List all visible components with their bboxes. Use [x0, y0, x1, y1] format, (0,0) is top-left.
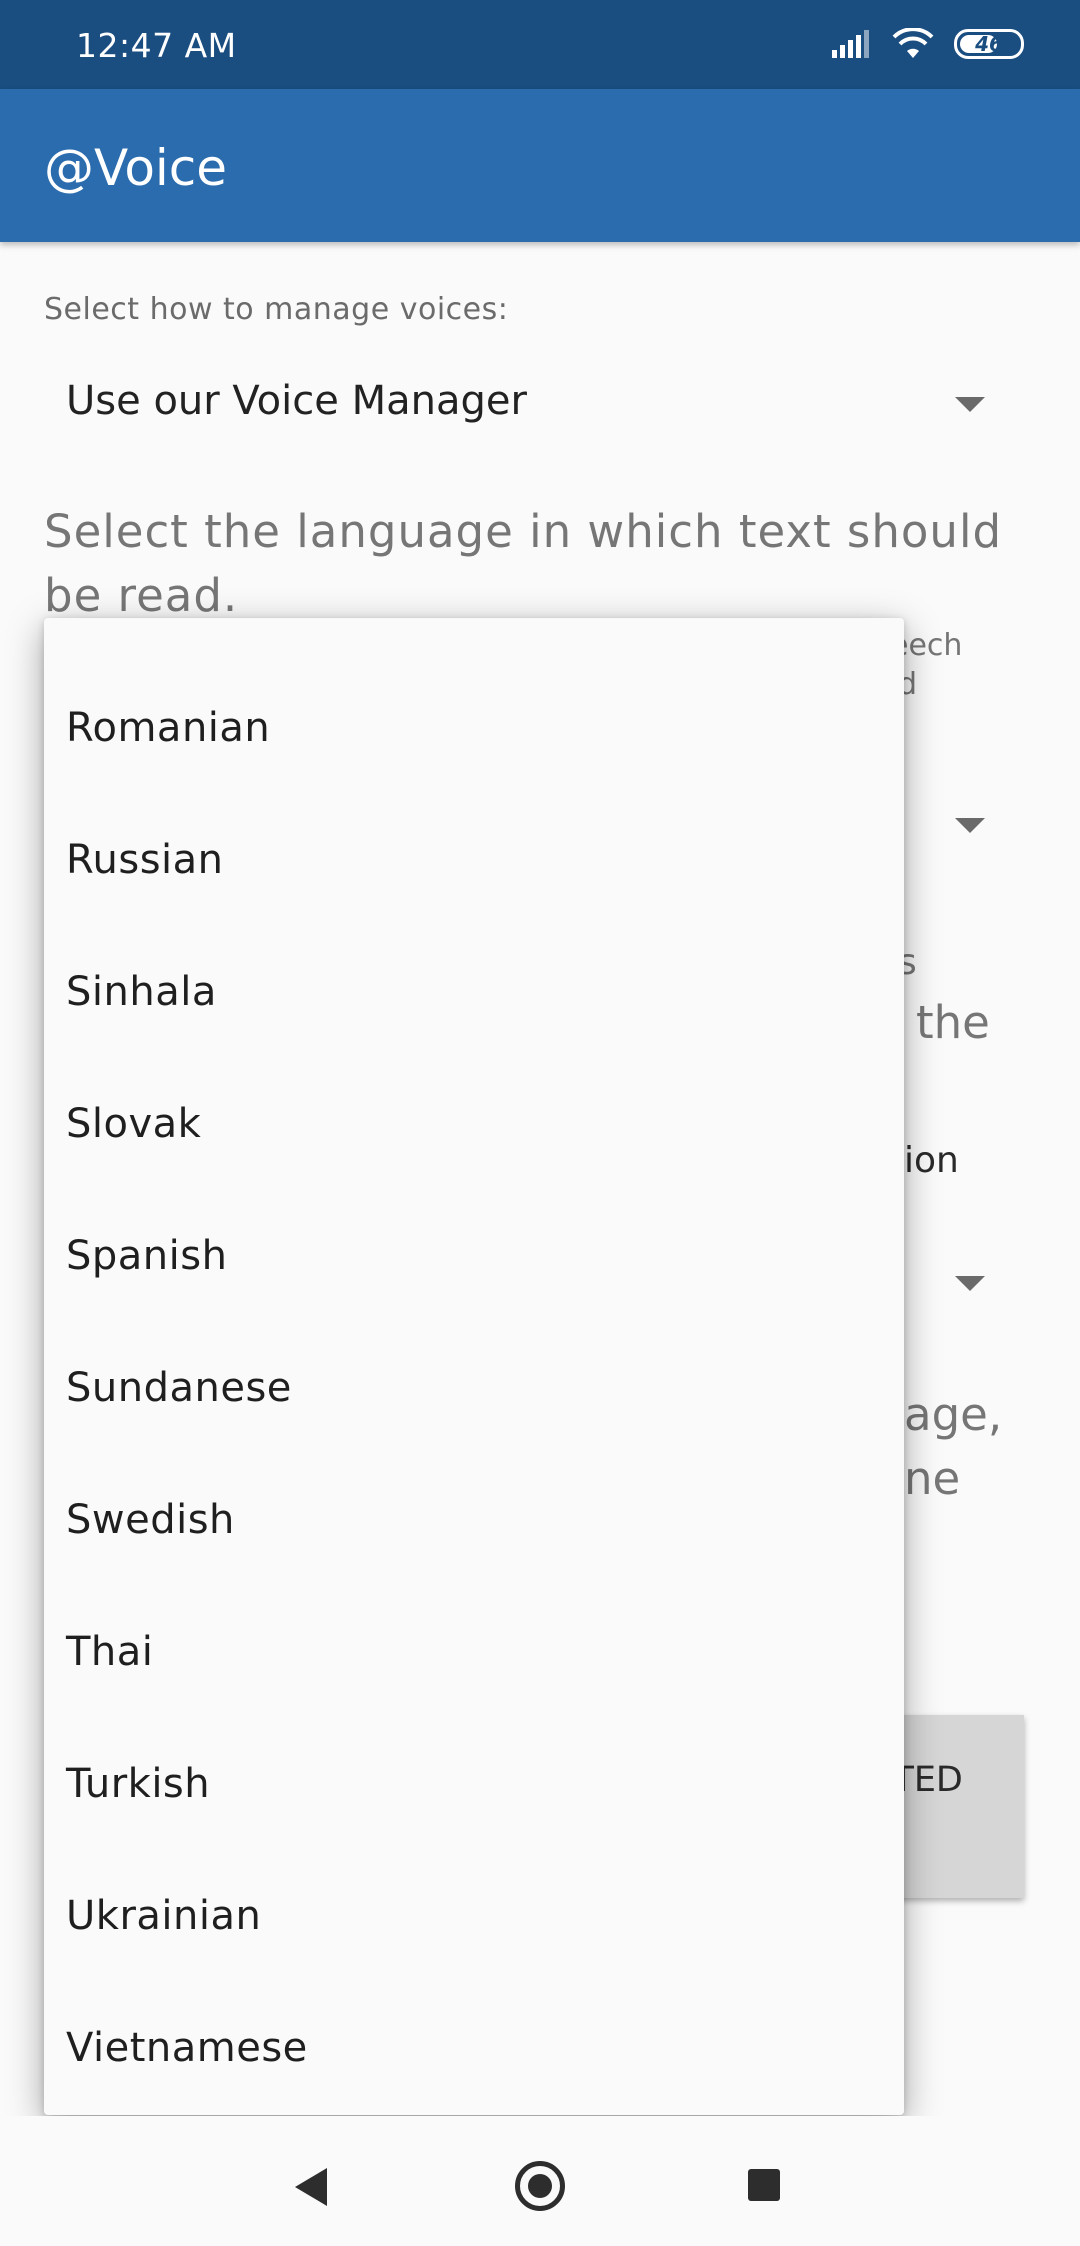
signal-icon: [832, 30, 869, 58]
dropdown-item-vietnamese[interactable]: Vietnamese: [44, 1982, 904, 2114]
recents-icon[interactable]: [748, 2169, 780, 2201]
dropdown-item-swedish[interactable]: Swedish: [44, 1454, 904, 1586]
status-icons: 46: [832, 28, 1024, 60]
language-dropdown-list[interactable]: Romanian Russian Sinhala Slovak Spanish …: [44, 618, 904, 2115]
dropdown-item-sundanese[interactable]: Sundanese: [44, 1322, 904, 1454]
manage-voices-value: Use our Voice Manager: [66, 378, 527, 424]
dropdown-item-thai[interactable]: Thai: [44, 1586, 904, 1718]
dropdown-arrow-icon[interactable]: [955, 818, 985, 833]
home-icon[interactable]: [515, 2161, 565, 2211]
back-icon[interactable]: [295, 2168, 327, 2206]
app-title: @Voice: [44, 139, 228, 197]
dropdown-item-spanish[interactable]: Spanish: [44, 1190, 904, 1322]
status-bar: 12:47 AM 46: [0, 0, 1080, 89]
bg-text-fragment: ion: [904, 1140, 959, 1181]
dropdown-arrow-icon[interactable]: [955, 1276, 985, 1291]
manage-voices-spinner[interactable]: Use our Voice Manager: [44, 352, 1004, 452]
dropdown-item-russian[interactable]: Russian: [44, 794, 904, 926]
bg-text-fragment: age,: [904, 1388, 1003, 1441]
dropdown-item-slovak[interactable]: Slovak: [44, 1058, 904, 1190]
dropdown-item-sinhala[interactable]: Sinhala: [44, 926, 904, 1058]
wifi-icon: [892, 28, 934, 58]
dropdown-item-turkish[interactable]: Turkish: [44, 1718, 904, 1850]
dropdown-item-romanian[interactable]: Romanian: [44, 662, 904, 794]
navigation-bar: [0, 2116, 1080, 2246]
status-time: 12:47 AM: [76, 26, 237, 65]
manage-voices-label: Select how to manage voices:: [44, 292, 509, 327]
dropdown-item-ukrainian[interactable]: Ukrainian: [44, 1850, 904, 1982]
bg-text-fragment: ne: [904, 1452, 961, 1505]
dropdown-arrow-icon: [955, 397, 985, 412]
bg-text-fragment: the: [916, 996, 990, 1049]
battery-icon: 46: [954, 29, 1024, 59]
language-label: Select the language in which text should…: [44, 505, 1003, 622]
battery-level: 46: [975, 32, 1003, 56]
app-bar: @Voice: [0, 89, 1080, 242]
